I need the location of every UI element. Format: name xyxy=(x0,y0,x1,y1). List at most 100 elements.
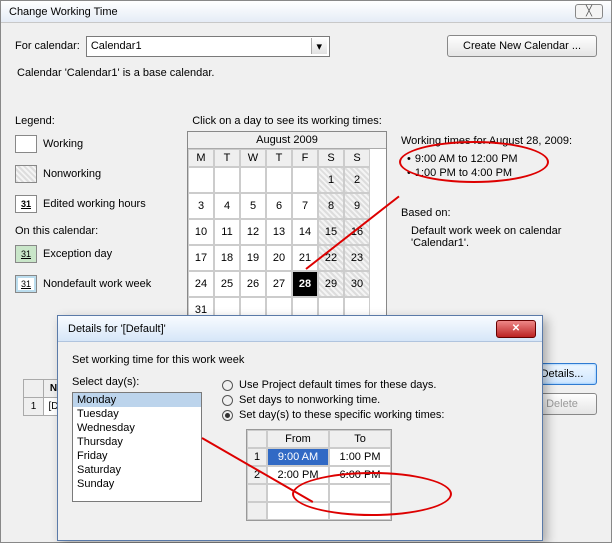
radio-icon xyxy=(222,395,233,406)
legend-swatch-nonworking xyxy=(15,165,37,183)
calendar-day-cell[interactable]: 27 xyxy=(266,271,292,297)
time-row: 19:00 AM1:00 PM xyxy=(247,448,391,466)
calendar-day-header: F xyxy=(292,149,318,167)
working-times-panel: Working times for August 28, 2009: 9:00 … xyxy=(401,135,601,249)
calendar-day-header: S xyxy=(318,149,344,167)
calendar-day-cell[interactable]: 2 xyxy=(344,167,370,193)
calendar-day-cell[interactable]: 17 xyxy=(188,245,214,271)
calendar-day-cell[interactable]: 5 xyxy=(240,193,266,219)
calendar-day-cell[interactable]: 8 xyxy=(318,193,344,219)
chevron-down-icon: ▾ xyxy=(311,38,327,54)
calendar-month-title: August 2009 xyxy=(188,132,386,149)
legend-item-nondefault: 31 Nondefault work week xyxy=(15,275,185,293)
window-close-button[interactable]: ╳ xyxy=(575,4,603,19)
time-row-number: 1 xyxy=(247,448,267,466)
legend-item-edited: 31 Edited working hours xyxy=(15,195,185,213)
calendar-day-cell[interactable]: 30 xyxy=(344,271,370,297)
time-to-cell[interactable]: 1:00 PM xyxy=(329,448,391,466)
calendar-day-cell xyxy=(266,167,292,193)
select-days-label: Select day(s): xyxy=(72,376,202,388)
col-from: From xyxy=(267,430,329,448)
calendar-area: Click on a day to see its working times:… xyxy=(187,115,387,324)
calendar-day-cell xyxy=(188,167,214,193)
working-times-heading: Working times for August 28, 2009: xyxy=(401,135,601,147)
calendar-day-header: T xyxy=(214,149,240,167)
working-time-item: 1:00 PM to 4:00 PM xyxy=(407,167,601,179)
radio-specific-times[interactable]: Set day(s) to these specific working tim… xyxy=(222,409,528,421)
calendar-day-cell xyxy=(214,167,240,193)
calendar-day-cell[interactable]: 24 xyxy=(188,271,214,297)
radio-icon xyxy=(222,380,233,391)
calendar-day-cell[interactable]: 15 xyxy=(318,219,344,245)
calendar-day-cell[interactable]: 23 xyxy=(344,245,370,271)
calendar-day-cell xyxy=(292,167,318,193)
calendar-day-cell[interactable]: 1 xyxy=(318,167,344,193)
calendar-day-cell[interactable]: 3 xyxy=(188,193,214,219)
calendar[interactable]: August 2009 MTWTFSS 12345678910111213141… xyxy=(187,131,387,324)
calendar-day-cell[interactable]: 11 xyxy=(214,219,240,245)
calendar-day-cell[interactable]: 19 xyxy=(240,245,266,271)
calendar-day-cell[interactable]: 16 xyxy=(344,219,370,245)
window-content: For calendar: Calendar1 ▾ Create New Cal… xyxy=(1,23,611,103)
day-list-item[interactable]: Thursday xyxy=(73,435,201,449)
day-list-item[interactable]: Tuesday xyxy=(73,407,201,421)
legend-swatch-working xyxy=(15,135,37,153)
details-instruction: Set working time for this work week xyxy=(72,354,528,366)
calendar-day-cell[interactable]: 6 xyxy=(266,193,292,219)
radio-nonworking[interactable]: Set days to nonworking time. xyxy=(222,394,528,406)
stub-row-1: 1 xyxy=(24,398,44,416)
legend-label: Nonworking xyxy=(43,168,101,180)
calendar-day-cell[interactable]: 21 xyxy=(292,245,318,271)
calendar-day-cell[interactable]: 13 xyxy=(266,219,292,245)
working-times-table[interactable]: From To 19:00 AM1:00 PM22:00 PM6:00 PM xyxy=(246,429,392,521)
radio-default-times[interactable]: Use Project default times for these days… xyxy=(222,379,528,391)
calendar-day-cell[interactable]: 4 xyxy=(214,193,240,219)
change-working-time-window: Change Working Time ╳ For calendar: Cale… xyxy=(0,0,612,543)
col-to: To xyxy=(329,430,391,448)
legend-swatch-edited: 31 xyxy=(15,195,37,213)
legend-item-working: Working xyxy=(15,135,185,153)
calendar-day-cell[interactable]: 14 xyxy=(292,219,318,245)
calendar-day-cell[interactable]: 12 xyxy=(240,219,266,245)
legend-label: Nondefault work week xyxy=(43,278,151,290)
calendar-select[interactable]: Calendar1 ▾ xyxy=(86,36,330,57)
legend-swatch-nondefault: 31 xyxy=(15,275,37,293)
legend-item-nonworking: Nonworking xyxy=(15,165,185,183)
legend-subhead: On this calendar: xyxy=(15,225,185,237)
create-new-calendar-button[interactable]: Create New Calendar ... xyxy=(447,35,597,57)
day-list-item[interactable]: Wednesday xyxy=(73,421,201,435)
time-from-cell[interactable]: 9:00 AM xyxy=(267,448,329,466)
based-on-text: Default work week on calendar 'Calendar1… xyxy=(411,225,601,249)
details-dialog: Details for '[Default]' ✕ Set working ti… xyxy=(57,315,543,541)
calendar-day-cell[interactable]: 22 xyxy=(318,245,344,271)
legend-item-exception: 31 Exception day xyxy=(15,245,185,263)
details-dialog-close-button[interactable]: ✕ xyxy=(496,320,536,338)
calendar-day-cell[interactable]: 25 xyxy=(214,271,240,297)
window-titlebar: Change Working Time ╳ xyxy=(1,1,611,23)
details-dialog-title: Details for '[Default]' xyxy=(68,323,166,335)
calendar-day-cell[interactable]: 7 xyxy=(292,193,318,219)
calendar-day-cell[interactable]: 26 xyxy=(240,271,266,297)
legend: Legend: Working Nonworking 31 Edited wor… xyxy=(15,115,185,305)
day-listbox[interactable]: MondayTuesdayWednesdayThursdayFridaySatu… xyxy=(72,392,202,502)
calendar-day-header: W xyxy=(240,149,266,167)
calendar-day-header: M xyxy=(188,149,214,167)
calendar-day-cell[interactable]: 20 xyxy=(266,245,292,271)
working-time-item: 9:00 AM to 12:00 PM xyxy=(407,153,601,165)
calendar-day-cell[interactable]: 10 xyxy=(188,219,214,245)
day-list-item[interactable]: Sunday xyxy=(73,477,201,491)
based-on-label: Based on: xyxy=(401,207,601,219)
time-to-cell[interactable]: 6:00 PM xyxy=(329,466,391,484)
legend-label: Edited working hours xyxy=(43,198,146,210)
calendar-day-header: T xyxy=(266,149,292,167)
calendar-day-cell[interactable]: 29 xyxy=(318,271,344,297)
calendar-day-cell[interactable]: 9 xyxy=(344,193,370,219)
time-from-cell[interactable]: 2:00 PM xyxy=(267,466,329,484)
calendar-day-cell[interactable]: 28 xyxy=(292,271,318,297)
day-list-item[interactable]: Friday xyxy=(73,449,201,463)
calendar-day-cell[interactable]: 18 xyxy=(214,245,240,271)
day-list-item[interactable]: Saturday xyxy=(73,463,201,477)
calendar-base-info: Calendar 'Calendar1' is a base calendar. xyxy=(17,67,597,79)
legend-label: Working xyxy=(43,138,83,150)
day-list-item[interactable]: Monday xyxy=(73,393,201,407)
